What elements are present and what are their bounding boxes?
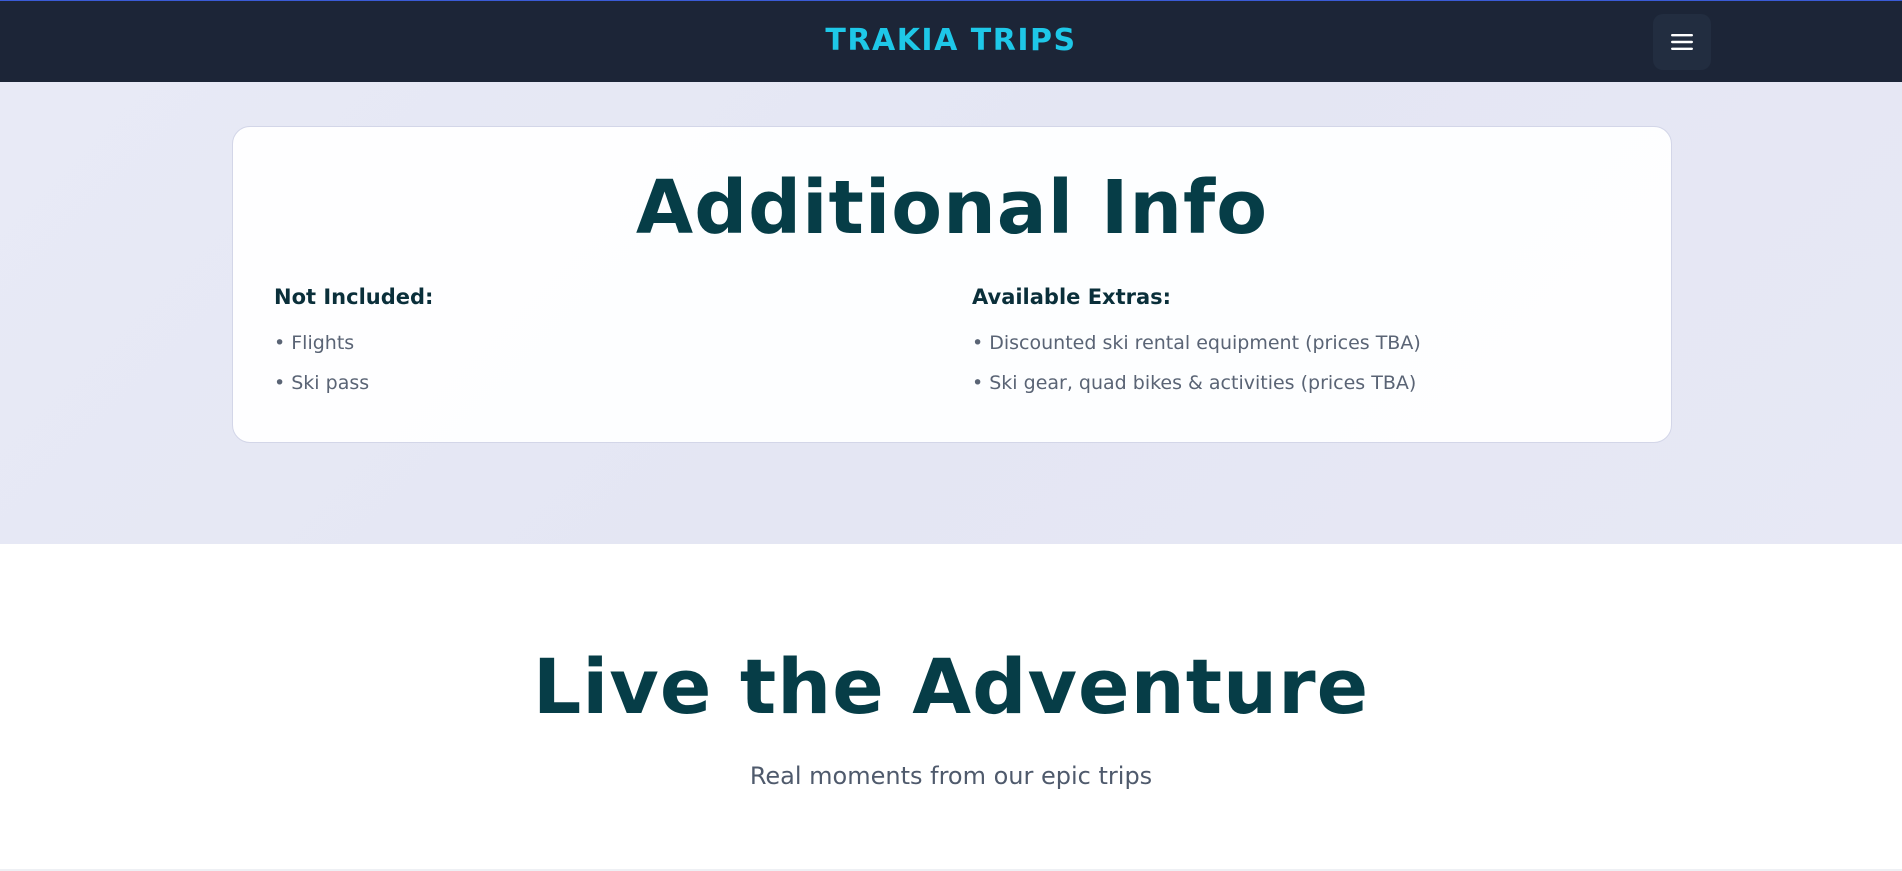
brand-logo-text[interactable]: TRAKIA TRIPS — [0, 23, 1902, 58]
hamburger-menu-icon — [1671, 33, 1693, 51]
list-item: • Discounted ski rental equipment (price… — [972, 332, 1421, 354]
not-included-heading: Not Included: — [274, 285, 434, 309]
list-item: • Ski gear, quad bikes & activities (pri… — [972, 372, 1417, 394]
list-item: • Flights — [274, 332, 355, 354]
adventure-subtitle: Real moments from our epic trips — [749, 762, 1153, 790]
available-extras-heading: Available Extras: — [972, 285, 1172, 309]
list-item: • Ski pass — [274, 372, 370, 394]
available-extras-column: Available Extras: • Discounted ski renta… — [972, 285, 1421, 413]
menu-button[interactable] — [1653, 14, 1711, 70]
adventure-title: Live the Adventure — [532, 642, 1370, 731]
additional-info-card: Additional Info Not Included: • Flights … — [232, 126, 1672, 443]
additional-info-section: Additional Info Not Included: • Flights … — [0, 82, 1902, 544]
top-nav-bar: TRAKIA TRIPS — [0, 0, 1902, 82]
not-included-column: Not Included: • Flights • Ski pass — [274, 285, 433, 413]
live-adventure-section: Live the Adventure Real moments from our… — [0, 544, 1902, 871]
additional-info-title: Additional Info — [635, 165, 1269, 251]
